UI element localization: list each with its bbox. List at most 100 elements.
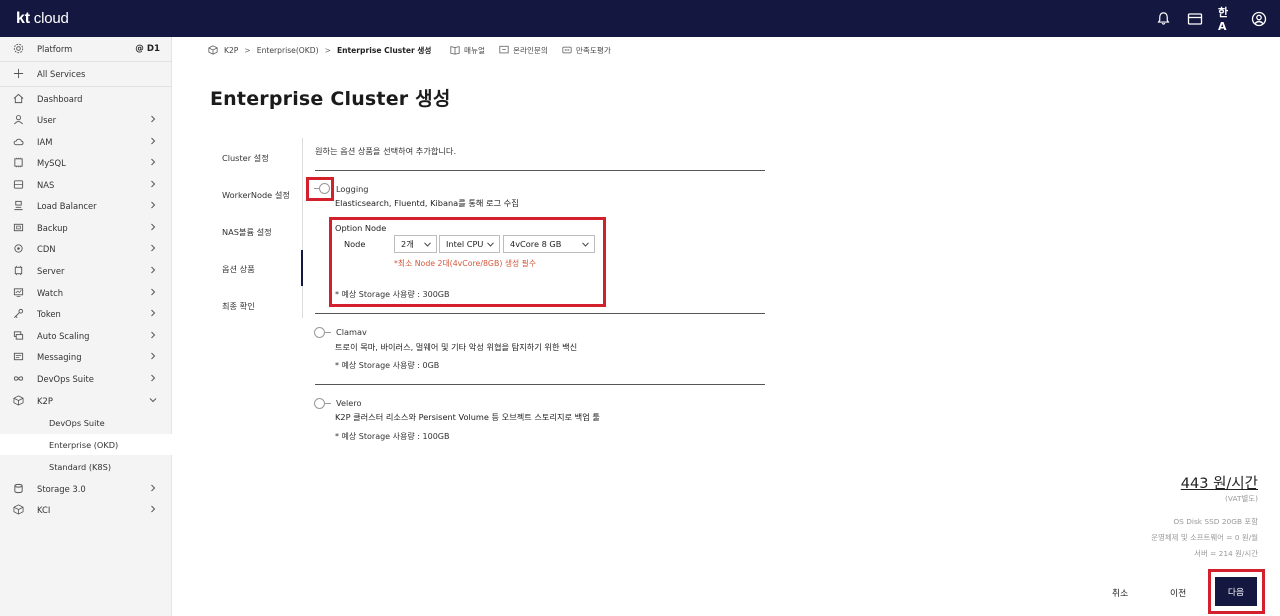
- spec-select[interactable]: 4vCore 8 GB: [503, 235, 595, 253]
- home-icon: [12, 93, 24, 105]
- language-icon[interactable]: 한A: [1218, 6, 1236, 33]
- highlight-box: [1208, 569, 1265, 614]
- chevron-down-icon: [149, 398, 157, 403]
- inquiry-link[interactable]: 온라인문의: [499, 45, 548, 56]
- step-option-product[interactable]: 옵션 상품: [222, 263, 255, 275]
- sidebar-item-user[interactable]: User: [0, 109, 172, 130]
- sidebar-item-label: User: [37, 114, 57, 125]
- survey-link[interactable]: 만족도평가: [562, 45, 611, 56]
- sidebar-item-label: Dashboard: [37, 93, 83, 104]
- sidebar-item-k2p[interactable]: K2P: [0, 390, 172, 411]
- survey-icon: [562, 46, 572, 54]
- sidebar-item-token[interactable]: Token: [0, 303, 172, 324]
- cube-outline-icon: [12, 504, 24, 516]
- highlight-box: [306, 177, 334, 201]
- logging-storage: * 예상 Storage 사용량 : 300GB: [335, 290, 450, 299]
- top-bar: kt cloud 한A: [0, 0, 1280, 37]
- chevron-down-icon: [582, 242, 589, 247]
- divider: [315, 313, 765, 314]
- sidebar-item-nas[interactable]: NAS: [0, 174, 172, 195]
- sidebar-item-label: Server: [37, 265, 65, 276]
- chevron-down-icon: [424, 242, 431, 247]
- sidebar-item-mysql[interactable]: MySQL: [0, 152, 172, 173]
- sidebar-item-label: NAS: [37, 179, 55, 190]
- radio-dash: [325, 403, 331, 404]
- price-amount[interactable]: 443 원/시간: [1181, 472, 1258, 493]
- prev-button[interactable]: 이전: [1170, 586, 1186, 599]
- node-label: Node: [344, 239, 366, 249]
- sidebar-item-auto-scaling[interactable]: Auto Scaling: [0, 325, 172, 346]
- divider: [315, 384, 765, 385]
- node-count-value: 2개: [401, 239, 414, 249]
- sidebar-item-server[interactable]: Server: [0, 260, 172, 281]
- node-count-select[interactable]: 2개: [394, 235, 437, 253]
- sidebar-item-kci[interactable]: KCI: [0, 499, 172, 520]
- manual-link[interactable]: 매뉴얼: [450, 45, 485, 56]
- inquiry-link-label: 온라인문의: [512, 45, 548, 55]
- velero-storage: * 예상 Storage 사용량 : 100GB: [335, 432, 450, 441]
- card-icon[interactable]: [1186, 10, 1204, 28]
- bell-icon[interactable]: [1154, 10, 1172, 28]
- step-cluster[interactable]: Cluster 설정: [222, 152, 269, 164]
- sidebar-item-messaging[interactable]: Messaging: [0, 346, 172, 367]
- sidebar-item-label: CDN: [37, 243, 56, 254]
- sidebar-item-storage-3-0[interactable]: Storage 3.0: [0, 478, 172, 499]
- breadcrumb-enterprise[interactable]: Enterprise(OKD): [257, 46, 319, 55]
- sidebar-item-label: Backup: [37, 222, 68, 233]
- step-nas-volume[interactable]: NAS볼륨 설정: [222, 226, 272, 238]
- sidebar-all-services[interactable]: All Services: [0, 63, 172, 84]
- breadcrumb-k2p[interactable]: K2P: [224, 46, 238, 55]
- spec-value: 4vCore 8 GB: [510, 239, 562, 249]
- chevron-right-icon: [151, 244, 156, 252]
- sidebar-item-label: Messaging: [37, 351, 82, 362]
- chevron-right-icon: [151, 309, 156, 317]
- monitor-icon: [12, 287, 24, 299]
- nas-icon: [12, 179, 24, 191]
- sidebar-sub-enterprise-okd[interactable]: Enterprise (OKD): [0, 434, 172, 455]
- kt-cloud-logo[interactable]: kt cloud: [16, 10, 69, 28]
- radio-dash: [325, 332, 331, 333]
- velero-desc: K2P 클러스터 리소스와 Persisent Volume 등 오브젝트 스토…: [335, 412, 600, 422]
- user-circle-icon[interactable]: [1250, 10, 1268, 28]
- chevron-right-icon: [151, 115, 156, 123]
- chevron-right-icon: [151, 180, 156, 188]
- step-workernode[interactable]: WorkerNode 설정: [222, 189, 290, 201]
- manual-link-label: 매뉴얼: [464, 45, 485, 55]
- breadcrumb-sep: >: [324, 45, 331, 55]
- options-intro: 원하는 옵션 상품을 선택하여 추가합니다.: [315, 146, 457, 156]
- server-icon: [12, 265, 24, 277]
- sidebar-platform[interactable]: Platform @ D1: [0, 38, 172, 59]
- sidebar-item-dashboard[interactable]: Dashboard: [0, 88, 172, 109]
- backup-icon: [12, 222, 24, 234]
- breadcrumb-current: Enterprise Cluster 생성: [336, 45, 432, 55]
- sidebar-item-cdn[interactable]: CDN: [0, 238, 172, 259]
- sidebar-all-services-label: All Services: [37, 68, 86, 79]
- cpu-select[interactable]: Intel CPU: [439, 235, 500, 253]
- clamav-radio[interactable]: [314, 327, 325, 338]
- sidebar-item-devops-suite[interactable]: DevOps Suite: [0, 368, 172, 389]
- chevron-right-icon: [151, 266, 156, 274]
- sidebar-item-backup[interactable]: Backup: [0, 217, 172, 238]
- key-icon: [12, 308, 24, 320]
- cube-icon: [208, 45, 218, 55]
- cloud-icon: [12, 136, 24, 148]
- sidebar-sub-standard-k8s[interactable]: Standard (K8S): [0, 456, 172, 477]
- survey-link-label: 만족도평가: [575, 45, 611, 55]
- cancel-button[interactable]: 취소: [1112, 586, 1128, 599]
- velero-radio[interactable]: [314, 398, 325, 409]
- workspace-badge[interactable]: @ D1: [135, 44, 160, 54]
- user-icon: [12, 114, 24, 126]
- sidebar-item-load-balancer[interactable]: Load Balancer: [0, 195, 172, 216]
- option-node-label: Option Node: [335, 223, 387, 233]
- cpu-value: Intel CPU: [446, 239, 484, 249]
- price-os-sw: 운영체제 및 소프트웨어 = 0 원/월: [1151, 533, 1258, 542]
- velero-title: Velero: [336, 398, 362, 408]
- sidebar-sub-devops[interactable]: DevOps Suite: [0, 412, 172, 433]
- auto-scaling-icon: [12, 330, 24, 342]
- step-final-check[interactable]: 최종 확인: [222, 300, 255, 312]
- chevron-right-icon: [151, 137, 156, 145]
- sidebar-item-watch[interactable]: Watch: [0, 282, 172, 303]
- infinity-icon: [12, 373, 24, 385]
- sidebar-item-iam[interactable]: IAM: [0, 131, 172, 152]
- sidebar-item-label: KCI: [37, 504, 51, 515]
